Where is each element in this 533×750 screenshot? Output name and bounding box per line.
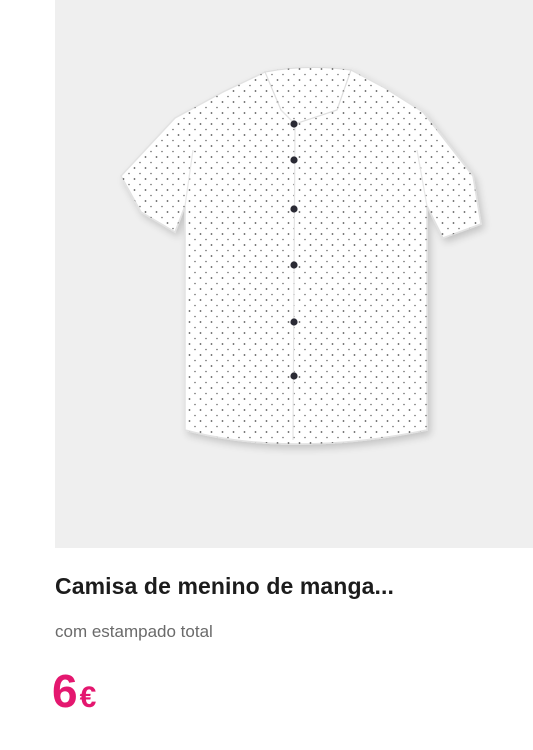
price-currency: € [79, 681, 97, 714]
price-amount: 6 [52, 665, 78, 717]
product-image[interactable] [55, 0, 533, 548]
shirt-icon [120, 66, 482, 445]
product-subtitle: com estampado total [55, 622, 213, 641]
product-price: 6€ [52, 668, 96, 714]
product-card[interactable]: Camisa de menino de manga... com estampa… [0, 0, 533, 750]
product-title[interactable]: Camisa de menino de manga... [55, 573, 525, 600]
